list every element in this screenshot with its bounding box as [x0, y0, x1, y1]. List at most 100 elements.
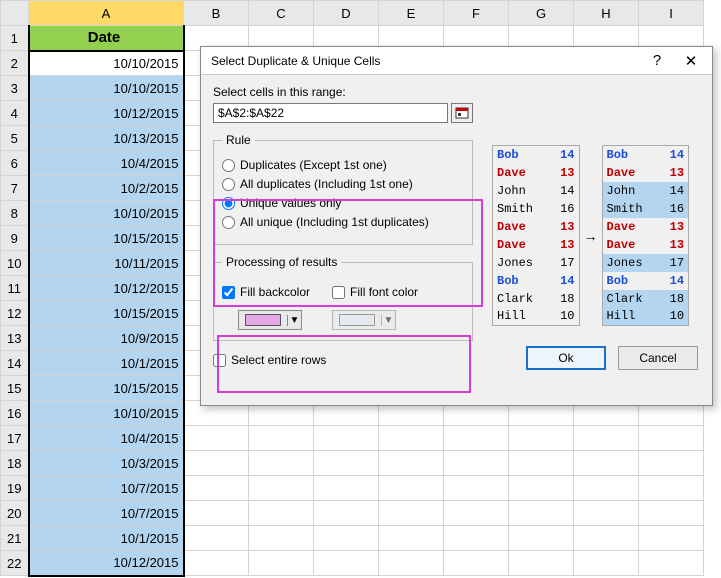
- cell[interactable]: [444, 451, 509, 476]
- cell[interactable]: [444, 551, 509, 576]
- column-header-A[interactable]: A: [29, 1, 184, 26]
- cell[interactable]: 10/1/2015: [29, 526, 184, 551]
- cell[interactable]: [639, 501, 704, 526]
- column-header-C[interactable]: C: [249, 1, 314, 26]
- cell[interactable]: [574, 551, 639, 576]
- column-header-G[interactable]: G: [509, 1, 574, 26]
- cell[interactable]: [574, 451, 639, 476]
- rule-option-2[interactable]: [222, 197, 235, 210]
- cell[interactable]: [509, 451, 574, 476]
- row-header[interactable]: 9: [1, 226, 29, 251]
- select-entire-rows-checkbox[interactable]: [213, 354, 226, 367]
- column-header-E[interactable]: E: [379, 1, 444, 26]
- row-header[interactable]: 20: [1, 501, 29, 526]
- cell[interactable]: [639, 451, 704, 476]
- cell[interactable]: [574, 526, 639, 551]
- cell[interactable]: 10/11/2015: [29, 251, 184, 276]
- cell[interactable]: 10/4/2015: [29, 151, 184, 176]
- row-header[interactable]: 3: [1, 76, 29, 101]
- cell[interactable]: 10/9/2015: [29, 326, 184, 351]
- cell[interactable]: [184, 501, 249, 526]
- row-header[interactable]: 11: [1, 276, 29, 301]
- row-header[interactable]: 6: [1, 151, 29, 176]
- cell[interactable]: 10/2/2015: [29, 176, 184, 201]
- cell[interactable]: [379, 551, 444, 576]
- cell[interactable]: [379, 426, 444, 451]
- cell[interactable]: [249, 526, 314, 551]
- row-header[interactable]: 17: [1, 426, 29, 451]
- cell[interactable]: [444, 526, 509, 551]
- cell[interactable]: 10/15/2015: [29, 301, 184, 326]
- cell[interactable]: [249, 426, 314, 451]
- row-header[interactable]: 13: [1, 326, 29, 351]
- cell[interactable]: [509, 551, 574, 576]
- cell[interactable]: [184, 476, 249, 501]
- row-header[interactable]: 4: [1, 101, 29, 126]
- row-header[interactable]: 8: [1, 201, 29, 226]
- row-header[interactable]: 19: [1, 476, 29, 501]
- row-header[interactable]: 21: [1, 526, 29, 551]
- cell[interactable]: [444, 476, 509, 501]
- cell[interactable]: [509, 426, 574, 451]
- cell[interactable]: [509, 501, 574, 526]
- range-picker-button[interactable]: [451, 103, 473, 123]
- cell[interactable]: [444, 501, 509, 526]
- backcolor-picker[interactable]: ▼: [238, 310, 302, 330]
- ok-button[interactable]: Ok: [526, 346, 606, 370]
- cell[interactable]: [249, 551, 314, 576]
- cell[interactable]: 10/1/2015: [29, 351, 184, 376]
- row-header[interactable]: 14: [1, 351, 29, 376]
- cell[interactable]: 10/3/2015: [29, 451, 184, 476]
- cell[interactable]: [379, 526, 444, 551]
- column-header-D[interactable]: D: [314, 1, 379, 26]
- row-header[interactable]: 10: [1, 251, 29, 276]
- rule-option-0[interactable]: [222, 159, 235, 172]
- cell[interactable]: [249, 501, 314, 526]
- cell[interactable]: [184, 451, 249, 476]
- fill-fontcolor-checkbox[interactable]: [332, 286, 345, 299]
- cell[interactable]: [314, 451, 379, 476]
- cell[interactable]: [379, 451, 444, 476]
- cell[interactable]: [314, 551, 379, 576]
- cell[interactable]: 10/4/2015: [29, 426, 184, 451]
- cell[interactable]: [639, 476, 704, 501]
- row-header[interactable]: 7: [1, 176, 29, 201]
- cell[interactable]: [574, 476, 639, 501]
- cell[interactable]: [184, 426, 249, 451]
- cell[interactable]: [314, 476, 379, 501]
- cell[interactable]: Date: [29, 26, 184, 51]
- cell[interactable]: [184, 526, 249, 551]
- cell[interactable]: [379, 476, 444, 501]
- column-header-B[interactable]: B: [184, 1, 249, 26]
- cancel-button[interactable]: Cancel: [618, 346, 698, 370]
- column-header-F[interactable]: F: [444, 1, 509, 26]
- cell[interactable]: [509, 526, 574, 551]
- fill-backcolor-checkbox[interactable]: [222, 286, 235, 299]
- cell[interactable]: [314, 426, 379, 451]
- range-input[interactable]: [213, 103, 448, 123]
- cell[interactable]: [639, 426, 704, 451]
- cell[interactable]: [249, 451, 314, 476]
- help-button[interactable]: ?: [640, 52, 674, 69]
- cell[interactable]: 10/15/2015: [29, 226, 184, 251]
- cell[interactable]: 10/7/2015: [29, 501, 184, 526]
- cell[interactable]: 10/12/2015: [29, 101, 184, 126]
- cell[interactable]: [444, 426, 509, 451]
- cell[interactable]: [379, 501, 444, 526]
- row-header[interactable]: 5: [1, 126, 29, 151]
- cell[interactable]: [314, 526, 379, 551]
- row-header[interactable]: 22: [1, 551, 29, 576]
- cell[interactable]: [184, 551, 249, 576]
- cell[interactable]: 10/7/2015: [29, 476, 184, 501]
- cell[interactable]: 10/10/2015: [29, 76, 184, 101]
- cell[interactable]: 10/12/2015: [29, 551, 184, 576]
- row-header[interactable]: 15: [1, 376, 29, 401]
- row-header[interactable]: 16: [1, 401, 29, 426]
- cell[interactable]: [574, 501, 639, 526]
- cell[interactable]: 10/15/2015: [29, 376, 184, 401]
- row-header[interactable]: 1: [1, 26, 29, 51]
- rule-option-1[interactable]: [222, 178, 235, 191]
- cell[interactable]: 10/10/2015: [29, 51, 184, 76]
- row-header[interactable]: 12: [1, 301, 29, 326]
- column-header-H[interactable]: H: [574, 1, 639, 26]
